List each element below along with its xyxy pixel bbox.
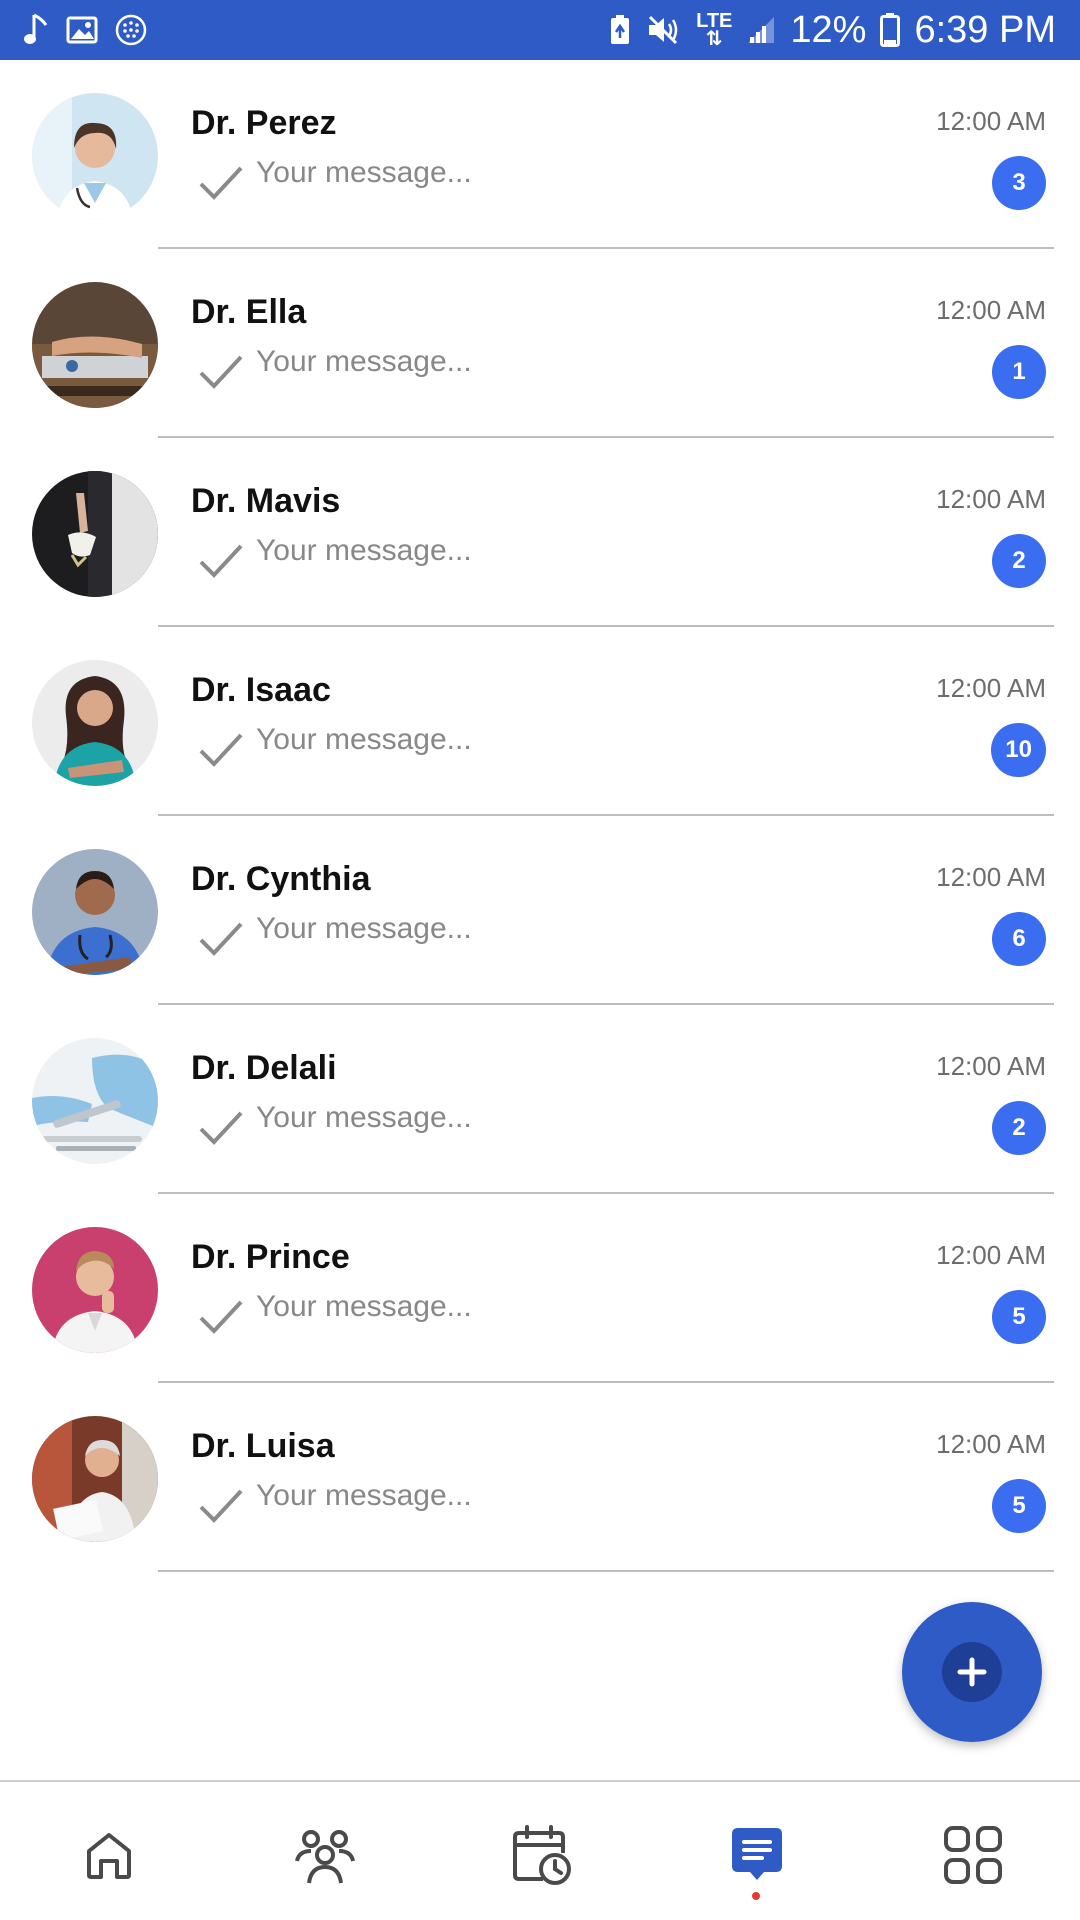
home-icon: [87, 1833, 131, 1879]
calendar-clock-icon: [513, 1825, 571, 1885]
avatar-image: [32, 93, 158, 219]
check-icon: [199, 733, 243, 767]
chat-time: 12:00 AM: [936, 106, 1046, 136]
avatar[interactable]: [32, 1416, 158, 1542]
check-icon: [199, 1111, 243, 1145]
avatar[interactable]: [32, 1227, 158, 1353]
chat-preview: Your message...: [256, 723, 472, 756]
chat-contact-name: Dr. Luisa: [191, 1427, 335, 1465]
signal-icon: [748, 17, 775, 43]
avatar[interactable]: [32, 660, 158, 786]
chat-row[interactable]: Dr. Luisa Your message... 12:00 AM 5: [0, 1383, 1080, 1572]
check-icon: [199, 1300, 243, 1334]
chat-list: Dr. Perez Your message... 12:00 AM 3 Dr.…: [0, 60, 1080, 1572]
nav-more[interactable]: [938, 1820, 1008, 1890]
unread-badge: 1: [992, 345, 1046, 399]
nav-home[interactable]: [74, 1820, 144, 1890]
chat-preview: Your message...: [256, 345, 472, 378]
grid-icon: [944, 1826, 1002, 1884]
avatar-image: [32, 1416, 158, 1542]
avatar[interactable]: [32, 849, 158, 975]
gallery-icon: [66, 16, 98, 44]
nav-people[interactable]: [290, 1820, 360, 1890]
avatar-image: [32, 1227, 158, 1353]
battery-percent: 12%: [790, 8, 867, 51]
lte-icon: LTE ⇅: [696, 11, 732, 50]
chat-time: 12:00 AM: [936, 1429, 1046, 1459]
chat-row[interactable]: Dr. Isaac Your message... 12:00 AM 10: [0, 627, 1080, 816]
check-icon: [199, 922, 243, 956]
chat-row[interactable]: Dr. Prince Your message... 12:00 AM 5: [0, 1194, 1080, 1383]
avatar[interactable]: [32, 471, 158, 597]
chat-row[interactable]: Dr. Ella Your message... 12:00 AM 1: [0, 249, 1080, 438]
active-indicator-dot: [752, 1892, 760, 1900]
avatar[interactable]: [32, 282, 158, 408]
unread-badge: 5: [992, 1479, 1046, 1533]
data-arrows: ⇅: [705, 28, 723, 50]
chat-row[interactable]: Dr. Cynthia Your message... 12:00 AM 6: [0, 816, 1080, 1005]
new-chat-button[interactable]: [902, 1602, 1042, 1742]
check-icon: [199, 166, 243, 200]
unread-badge: 3: [992, 156, 1046, 210]
chat-preview: Your message...: [256, 912, 472, 945]
chat-contact-name: Dr. Cynthia: [191, 860, 371, 898]
chat-preview: Your message...: [256, 1290, 472, 1323]
chat-contact-name: Dr. Mavis: [191, 482, 341, 520]
chat-preview: Your message...: [256, 156, 472, 189]
nav-chat[interactable]: [722, 1820, 792, 1890]
chat-icon: [732, 1828, 782, 1880]
status-time: 6:39 PM: [914, 8, 1056, 51]
chat-time: 12:00 AM: [936, 1051, 1046, 1081]
unread-badge: 2: [992, 534, 1046, 588]
unread-badge: 10: [991, 723, 1046, 777]
chat-time: 12:00 AM: [936, 1240, 1046, 1270]
avatar-image: [32, 471, 158, 597]
avatar-image: [32, 660, 158, 786]
status-bar-system: LTE ⇅ 12% 6:39 PM: [608, 9, 1056, 52]
people-icon: [295, 1830, 355, 1884]
chat-preview: Your message...: [256, 1479, 472, 1512]
unread-badge: 6: [992, 912, 1046, 966]
battery-icon: [880, 13, 901, 47]
chat-preview: Your message...: [256, 1101, 472, 1134]
chat-time: 12:00 AM: [936, 862, 1046, 892]
mute-icon: [649, 15, 678, 45]
chat-row[interactable]: Dr. Delali Your message... 12:00 AM 2: [0, 1005, 1080, 1194]
chat-preview: Your message...: [256, 534, 472, 567]
fab-inner: [942, 1642, 1002, 1702]
chat-contact-name: Dr. Perez: [191, 104, 337, 142]
battery-saver-icon: [611, 15, 630, 44]
avatar[interactable]: [32, 1038, 158, 1164]
check-icon: [199, 1489, 243, 1523]
plus-icon: [957, 1657, 987, 1687]
check-icon: [199, 544, 243, 578]
status-bar: LTE ⇅ 12% 6:39 PM: [0, 0, 1080, 60]
unread-badge: 5: [992, 1290, 1046, 1344]
avatar-image: [32, 849, 158, 975]
status-bar-notifications: [22, 13, 148, 47]
chat-row[interactable]: Dr. Mavis Your message... 12:00 AM 2: [0, 438, 1080, 627]
chat-contact-name: Dr. Ella: [191, 293, 307, 331]
divider: [158, 1570, 1054, 1572]
unread-badge: 2: [992, 1101, 1046, 1155]
dotted-circle-icon: [115, 14, 147, 46]
bottom-nav: [0, 1780, 1080, 1920]
check-icon: [199, 355, 243, 389]
chat-time: 12:00 AM: [936, 484, 1046, 514]
music-note-icon: [24, 13, 48, 44]
chat-contact-name: Dr. Isaac: [191, 671, 331, 709]
avatar-image: [32, 282, 158, 408]
chat-row[interactable]: Dr. Perez Your message... 12:00 AM 3: [0, 60, 1080, 249]
chat-time: 12:00 AM: [936, 673, 1046, 703]
chat-contact-name: Dr. Prince: [191, 1238, 350, 1276]
avatar[interactable]: [32, 93, 158, 219]
chat-time: 12:00 AM: [936, 295, 1046, 325]
nav-calendar[interactable]: [506, 1820, 576, 1890]
chat-contact-name: Dr. Delali: [191, 1049, 337, 1087]
avatar-image: [32, 1038, 158, 1164]
